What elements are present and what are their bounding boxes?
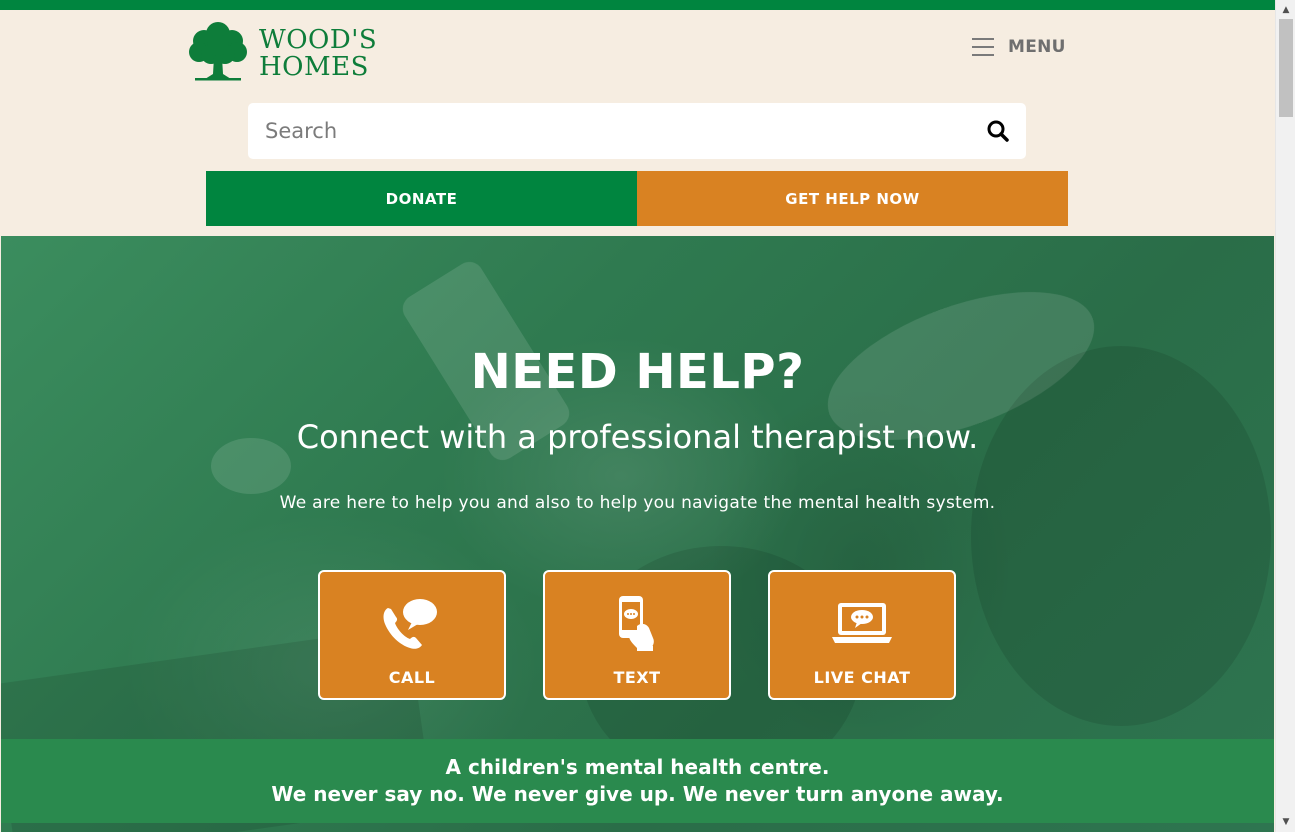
site-header: WOOD'S HOMES MENU DONATE GET HELP NOW [0, 10, 1275, 236]
menu-label: MENU [1008, 37, 1066, 57]
search-bar [248, 103, 1026, 159]
cta-row: DONATE GET HELP NOW [206, 171, 1068, 226]
donate-button[interactable]: DONATE [206, 171, 637, 226]
search-input[interactable] [248, 103, 970, 159]
logo-line-1: WOOD'S [259, 25, 378, 55]
tree-icon [189, 22, 247, 81]
tagline-line-2: We never say no. We never give up. We ne… [271, 782, 1004, 806]
logo-line-2: HOMES [259, 52, 369, 82]
logo-wordmark: WOOD'S HOMES [259, 27, 377, 81]
call-button[interactable]: CALL [318, 570, 506, 700]
scroll-down-arrow-icon[interactable]: ▼ [1276, 814, 1295, 830]
hero-title: NEED HELP? [470, 344, 805, 400]
hero-subtitle: Connect with a professional therapist no… [296, 418, 979, 456]
site-logo[interactable]: WOOD'S HOMES [187, 21, 377, 81]
hero-section: NEED HELP? Connect with a professional t… [1, 236, 1274, 832]
call-label: CALL [388, 668, 436, 687]
top-accent-bar [0, 0, 1275, 10]
page-scrollbar[interactable]: ▲ ▼ [1275, 0, 1295, 832]
live-chat-label: LIVE CHAT [813, 668, 911, 687]
tagline-banner: A children's mental health centre. We ne… [1, 739, 1274, 823]
search-icon [987, 120, 1009, 142]
hero-description: We are here to help you and also to help… [279, 493, 996, 513]
hamburger-icon [972, 38, 994, 56]
scroll-up-arrow-icon[interactable]: ▲ [1276, 2, 1295, 18]
tagline-line-1: A children's mental health centre. [445, 755, 830, 779]
search-button[interactable] [970, 103, 1026, 159]
scrollbar-thumb[interactable] [1279, 19, 1293, 117]
help-options: CALL TEXT LIVE CHAT [318, 570, 956, 700]
get-help-now-button[interactable]: GET HELP NOW [637, 171, 1068, 226]
menu-button[interactable]: MENU [972, 37, 1066, 57]
phone-chat-icon [382, 594, 442, 652]
mobile-message-icon [615, 594, 659, 652]
text-button[interactable]: TEXT [543, 570, 731, 700]
text-label: TEXT [613, 668, 661, 687]
laptop-chat-icon [831, 594, 893, 652]
live-chat-button[interactable]: LIVE CHAT [768, 570, 956, 700]
